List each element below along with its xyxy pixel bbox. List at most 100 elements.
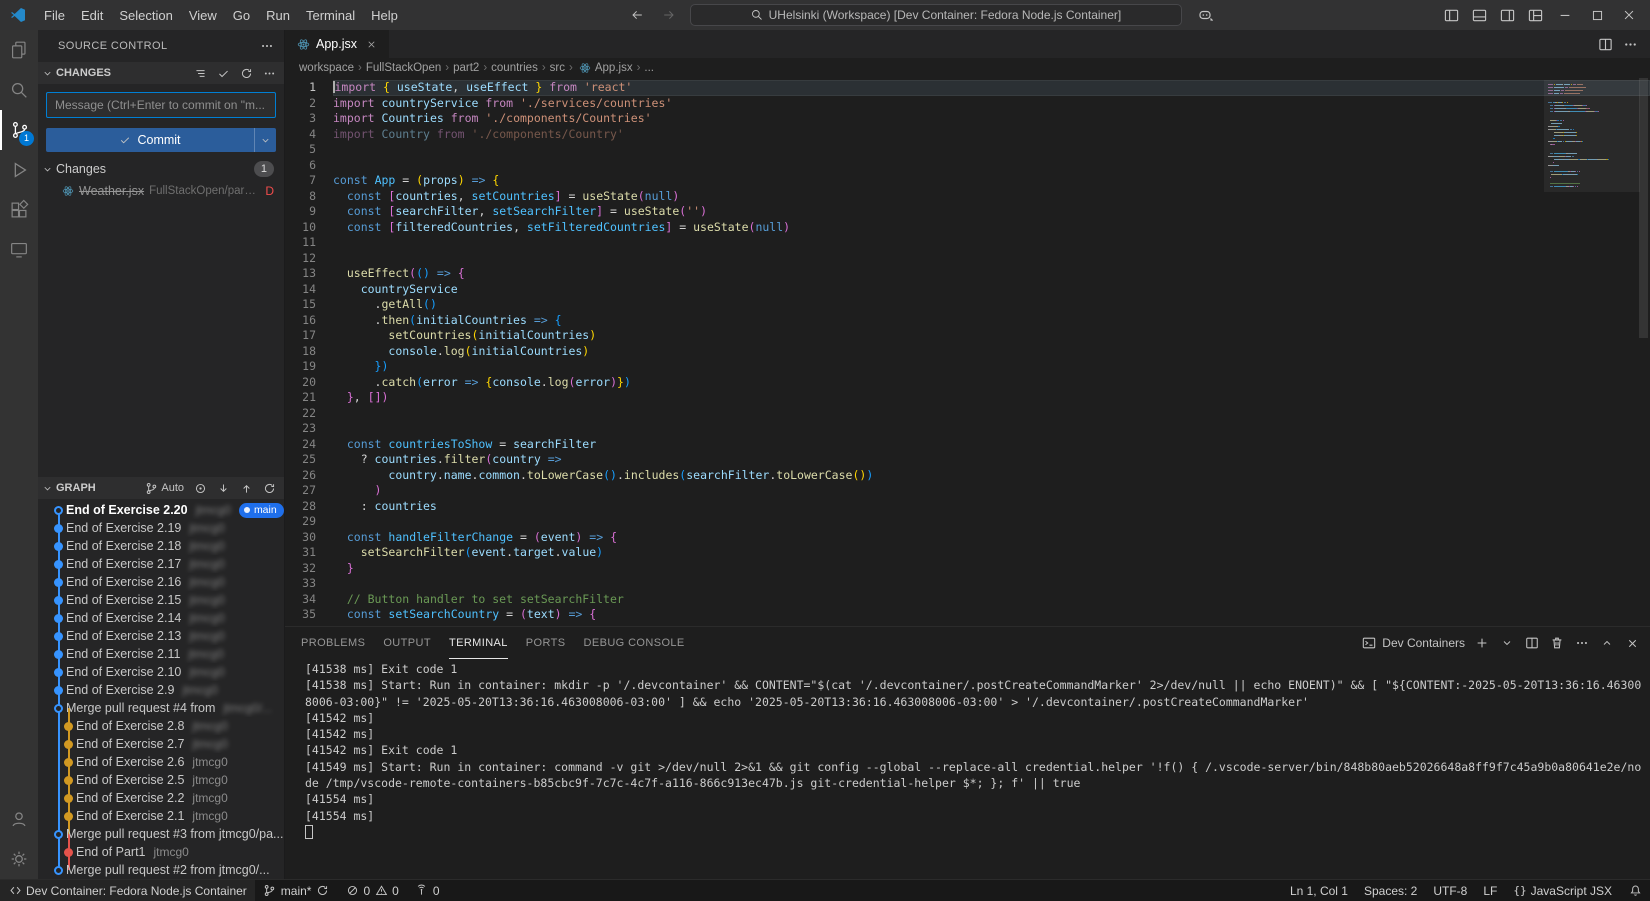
menu-help[interactable]: Help (363, 6, 406, 25)
menu-view[interactable]: View (181, 6, 225, 25)
menu-terminal[interactable]: Terminal (298, 6, 363, 25)
commit-row[interactable]: End of Exercise 2.9jtmcg0 (38, 681, 284, 699)
code-line[interactable]: 2import countryService from './services/… (285, 96, 1650, 112)
code-line[interactable]: 7const App = (props) => { (285, 173, 1650, 189)
command-center-search[interactable]: UHelsinki (Workspace) [Dev Container: Fe… (690, 4, 1182, 26)
code-line[interactable]: 27 ) (285, 483, 1650, 499)
breadcrumb-item[interactable]: App.jsx (595, 62, 633, 74)
code-line[interactable]: 15 .getAll() (285, 297, 1650, 313)
commit-row[interactable]: End of Exercise 2.1jtmcg0 (38, 807, 284, 825)
run-debug-icon[interactable] (0, 150, 38, 190)
code-line[interactable]: 1import { useState, useEffect } from 're… (285, 80, 1650, 96)
toggle-panel-icon[interactable] (1466, 3, 1492, 27)
commit-dropdown-icon[interactable] (254, 128, 276, 152)
menu-file[interactable]: File (36, 6, 73, 25)
kill-terminal-trash-icon[interactable] (1549, 635, 1565, 651)
minimize-icon[interactable] (1550, 1, 1580, 29)
code-line[interactable]: 14 countryService (285, 282, 1650, 298)
target-icon[interactable] (193, 481, 207, 495)
more-actions-icon[interactable] (1574, 635, 1590, 651)
code-line[interactable]: 34 // Button handler to set setSearchFil… (285, 592, 1650, 608)
account-icon[interactable] (0, 799, 38, 839)
search-sidebar-icon[interactable] (0, 70, 38, 110)
source-control-icon[interactable]: 1 (0, 110, 38, 150)
panel-tab-output[interactable]: OUTPUT (383, 627, 431, 659)
encoding[interactable]: UTF-8 (1425, 880, 1475, 901)
more-actions-icon[interactable] (260, 39, 274, 53)
code-editor[interactable]: 1import { useState, useEffect } from 're… (285, 78, 1650, 626)
code-line[interactable]: 28 : countries (285, 499, 1650, 515)
close-panel-icon[interactable] (1624, 635, 1640, 651)
code-line[interactable]: 25 ? countries.filter(country => (285, 452, 1650, 468)
code-line[interactable]: 12 (285, 251, 1650, 267)
commit-row[interactable]: End of Exercise 2.13jtmcg0 (38, 627, 284, 645)
code-line[interactable]: 23 (285, 421, 1650, 437)
code-line[interactable]: 35 const setSearchCountry = (text) => { (285, 607, 1650, 623)
code-line[interactable]: 13 useEffect(() => { (285, 266, 1650, 282)
code-line[interactable]: 19 }) (285, 359, 1650, 375)
changes-group-row[interactable]: Changes 1 (38, 158, 284, 180)
refresh-icon[interactable] (239, 66, 253, 80)
commit-row[interactable]: End of Exercise 2.2jtmcg0 (38, 789, 284, 807)
code-line[interactable]: 20 .catch(error => {console.log(error)}) (285, 375, 1650, 391)
menu-edit[interactable]: Edit (73, 6, 111, 25)
maximize-icon[interactable] (1582, 1, 1612, 29)
more-actions-icon[interactable] (1623, 37, 1638, 52)
menu-selection[interactable]: Selection (111, 6, 180, 25)
code-line[interactable]: 6 (285, 158, 1650, 174)
more-actions-icon[interactable] (262, 66, 276, 80)
commit-row[interactable]: Merge pull request #2 from jtmcg0/... (38, 861, 284, 879)
code-line[interactable]: 10 const [filteredCountries, setFiltered… (285, 220, 1650, 236)
code-line[interactable]: 30 const handleFilterChange = (event) =>… (285, 530, 1650, 546)
minimap[interactable] (1548, 82, 1636, 187)
terminal-profile[interactable]: Dev Containers (1361, 635, 1465, 651)
code-line[interactable]: 11 (285, 235, 1650, 251)
back-arrow-icon[interactable] (626, 4, 648, 26)
notifications-bell[interactable] (1620, 880, 1650, 901)
problems-indicator[interactable]: 0 0 (337, 880, 406, 901)
code-line[interactable]: 32 } (285, 561, 1650, 577)
breadcrumb-item[interactable]: FullStackOpen (366, 62, 441, 74)
remote-indicator[interactable]: Dev Container: Fedora Node.js Container (0, 880, 255, 901)
commit-row[interactable]: Merge pull request #3 from jtmcg0/pa... (38, 825, 284, 843)
fetch-icon[interactable] (216, 481, 230, 495)
settings-gear-icon[interactable] (0, 839, 38, 879)
indentation[interactable]: Spaces: 2 (1356, 880, 1425, 901)
copilot-icon[interactable] (1192, 3, 1218, 27)
code-line[interactable]: 4import Country from './components/Count… (285, 127, 1650, 143)
refresh-icon[interactable] (262, 481, 276, 495)
new-terminal-icon[interactable] (1474, 635, 1490, 651)
code-line[interactable]: 3import Countries from './components/Cou… (285, 111, 1650, 127)
tab-app-jsx[interactable]: App.jsx (285, 30, 390, 58)
code-line[interactable]: 24 const countriesToShow = searchFilter (285, 437, 1650, 453)
code-line[interactable]: 22 (285, 406, 1650, 422)
code-line[interactable]: 33 (285, 576, 1650, 592)
commit-row[interactable]: End of Exercise 2.7jtmcg0 (38, 735, 284, 753)
auto-branch-toggle[interactable]: Auto (144, 481, 184, 495)
code-line[interactable]: 18 console.log(initialCountries) (285, 344, 1650, 360)
terminal-dropdown-icon[interactable] (1499, 635, 1515, 651)
breadcrumb-item[interactable]: ... (644, 62, 654, 74)
changes-section-header[interactable]: CHANGES (38, 62, 284, 84)
commit-row[interactable]: End of Exercise 2.17jtmcg0 (38, 555, 284, 573)
language-mode[interactable]: {}JavaScript JSX (1505, 880, 1620, 901)
menu-go[interactable]: Go (225, 6, 258, 25)
menu-run[interactable]: Run (258, 6, 298, 25)
code-line[interactable]: 21 }, []) (285, 390, 1650, 406)
commit-row[interactable]: End of Exercise 2.18jtmcg0 (38, 537, 284, 555)
breadcrumb-item[interactable]: src (550, 62, 565, 74)
branch-indicator[interactable]: main* (255, 880, 338, 901)
forward-arrow-icon[interactable] (658, 4, 680, 26)
code-line[interactable]: 29 (285, 514, 1650, 530)
split-terminal-icon[interactable] (1524, 635, 1540, 651)
commit-message-input[interactable] (46, 92, 276, 118)
code-line[interactable]: 17 setCountries(initialCountries) (285, 328, 1650, 344)
commit-all-check-icon[interactable] (216, 66, 230, 80)
commit-row[interactable]: End of Exercise 2.15jtmcg0 (38, 591, 284, 609)
toggle-secondary-sidebar-icon[interactable] (1494, 3, 1520, 27)
remote-explorer-icon[interactable] (0, 230, 38, 270)
commit-row[interactable]: End of Exercise 2.8jtmcg0 (38, 717, 284, 735)
cursor-position[interactable]: Ln 1, Col 1 (1282, 880, 1356, 901)
explorer-icon[interactable] (0, 30, 38, 70)
commit-row[interactable]: End of Exercise 2.6jtmcg0 (38, 753, 284, 771)
